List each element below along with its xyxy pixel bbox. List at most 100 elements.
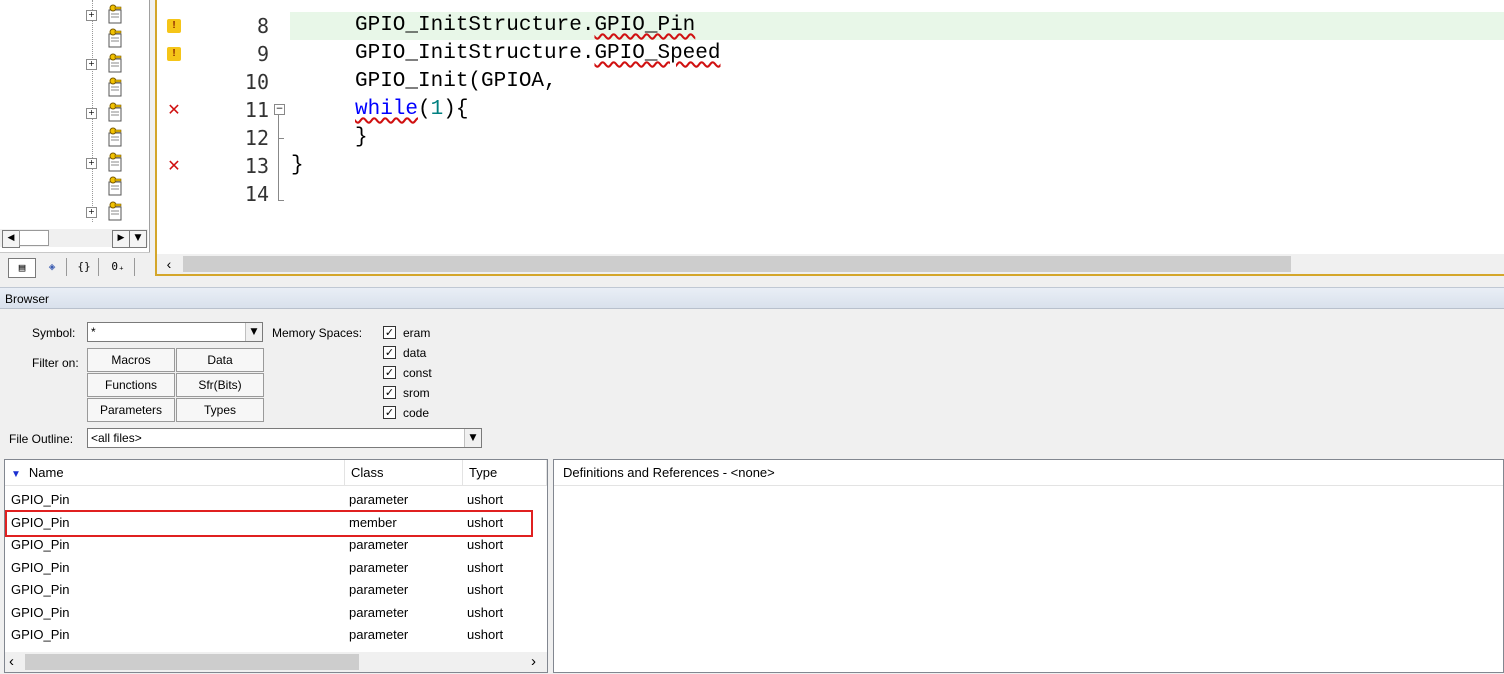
code-line[interactable]: ! 9 GPIO_InitStructure.GPIO_Speed [157,40,1504,68]
key-icon [108,28,122,48]
filter-types-button[interactable]: Types [176,398,264,422]
tree-item[interactable]: + [86,199,126,223]
project-tree[interactable]: + + + + + [0,0,150,252]
code-token: ( [418,98,431,121]
warning-icon[interactable]: ! [167,19,181,33]
tree-item[interactable] [86,75,126,99]
cell-name: GPIO_Pin [11,514,70,530]
symbol-value: * [91,325,96,339]
editor-horizontal-scrollbar[interactable]: ‹ [157,254,1504,274]
expand-icon[interactable]: + [86,108,97,119]
filter-macros-button[interactable]: Macros [87,348,175,372]
code-line[interactable]: ✕ 11 while(1){ [157,96,1504,124]
code-line[interactable]: 12} [157,124,1504,152]
tree-horizontal-scrollbar[interactable]: ◀ ▶ ▼ [0,229,148,248]
tree-scroll-left-button[interactable]: ◀ [2,230,20,248]
tree-item[interactable] [86,174,126,198]
cell-class: parameter [349,582,409,597]
checkbox-data[interactable]: ✓ [383,346,396,359]
code-text: GPIO_InitStructure.GPIO_Speed [355,40,720,68]
table-scroll-thumb[interactable] [25,654,359,670]
code-token: 1 [430,98,444,121]
table-row[interactable]: GPIO_Pin parameter ushort [5,602,547,624]
filter-parameters-button[interactable]: Parameters [87,398,175,422]
checkbox-eram[interactable]: ✓ [383,326,396,339]
cell-class: parameter [349,559,409,575]
tab-templates-icon[interactable]: 0₊ [102,258,135,276]
checkbox-const[interactable]: ✓ [383,366,396,379]
column-header-class[interactable]: Class [345,460,463,486]
table-horizontal-scrollbar[interactable]: ‹ › [5,652,547,672]
tree-item[interactable] [86,125,126,149]
editor-scroll-thumb[interactable] [183,256,1291,272]
fold-guide [278,115,279,157]
column-header-name[interactable]: ▼ Name [5,460,345,486]
filter-sfr-bits-button[interactable]: Sfr(Bits) [176,373,264,397]
filter-data-button[interactable]: Data [176,348,264,372]
code-line[interactable]: ! 8 GPIO_InitStructure.GPIO_Pin [157,12,1504,40]
table-scroll-right-button[interactable]: › [531,653,536,670]
tree-item[interactable]: + [86,2,126,26]
table-row[interactable]: GPIO_Pin parameter ushort [5,579,547,601]
sort-descending-icon: ▼ [11,469,21,480]
expand-icon[interactable]: + [86,10,97,21]
cell-type: ushort [467,492,504,507]
tree-item[interactable]: + [86,51,126,75]
tree-scroll-right-button[interactable]: ▶ [112,230,130,248]
project-panel-tabs: ▤ ◈ {} 0₊ [0,252,150,280]
tree-scroll-down-button[interactable]: ▼ [129,230,147,248]
code-editor[interactable]: ! 8 GPIO_InitStructure.GPIO_Pin! 9 GPIO_Init… [155,0,1504,276]
error-icon[interactable]: ✕ [167,158,181,174]
error-icon[interactable]: ✕ [167,102,181,118]
filter-functions-button[interactable]: Functions [87,373,175,397]
tab-project-icon[interactable]: ▤ [8,258,36,278]
table-row[interactable]: GPIO_Pin parameter ushort [5,557,547,579]
cell-name: GPIO_Pin [11,559,70,575]
symbol-combobox[interactable]: * ▼ [87,322,263,342]
checkbox-srom[interactable]: ✓ [383,386,396,399]
expand-icon[interactable]: + [86,59,97,70]
code-line[interactable]: 10 GPIO_Init(GPIOA, [157,68,1504,96]
warning-icon[interactable]: ! [167,47,181,61]
table-row[interactable]: GPIO_Pin member ushort [5,512,547,534]
file-outline-label: File Outline: [9,432,74,446]
checkbox-code[interactable]: ✓ [383,406,396,419]
cell-type: ushort [467,627,504,642]
memory-spaces-label: Memory Spaces: [272,326,363,340]
code-token: } [291,154,304,177]
column-header-type[interactable]: Type [463,460,547,486]
cell-name: GPIO_Pin [11,627,70,642]
code-line[interactable]: 14 [157,180,1504,208]
code-text: GPIO_Init(GPIOA, [355,68,557,96]
code-token: } [355,126,368,149]
key-icon [108,4,122,24]
checkbox-label-srom: srom [403,386,430,400]
file-outline-combobox[interactable]: <all files> ▼ [87,428,482,448]
checkbox-label-code: code [403,406,430,420]
collapse-icon[interactable]: − [274,104,285,115]
cell-type: ushort [467,559,504,575]
chevron-down-icon[interactable]: ▼ [245,323,262,341]
table-scroll-left-button[interactable]: ‹ [9,653,14,670]
table-row[interactable]: GPIO_Pin parameter ushort [5,489,547,511]
tree-item[interactable] [86,26,126,50]
chevron-down-icon[interactable]: ▼ [464,429,481,447]
key-icon [108,201,122,221]
tab-functions-icon[interactable]: {} [70,258,99,276]
tab-books-icon[interactable]: ◈ [38,258,67,276]
table-row[interactable]: GPIO_Pin parameter ushort [5,534,547,556]
expand-icon[interactable]: + [86,207,97,218]
code-line[interactable]: ✕ 13} [157,152,1504,180]
fold-guide [278,152,279,200]
column-header-name-label: Name [28,465,64,480]
tree-scroll-thumb[interactable] [19,230,49,246]
code-token: while [355,98,419,121]
expand-icon[interactable]: + [86,158,97,169]
cell-name: GPIO_Pin [11,582,70,597]
tree-item[interactable]: + [86,150,126,174]
editor-scroll-left-button[interactable]: ‹ [161,256,177,272]
filter-on-label: Filter on: [32,356,79,370]
tree-item[interactable]: + [86,100,126,124]
table-row[interactable]: GPIO_Pin parameter ushort [5,624,547,646]
key-icon [108,53,122,73]
